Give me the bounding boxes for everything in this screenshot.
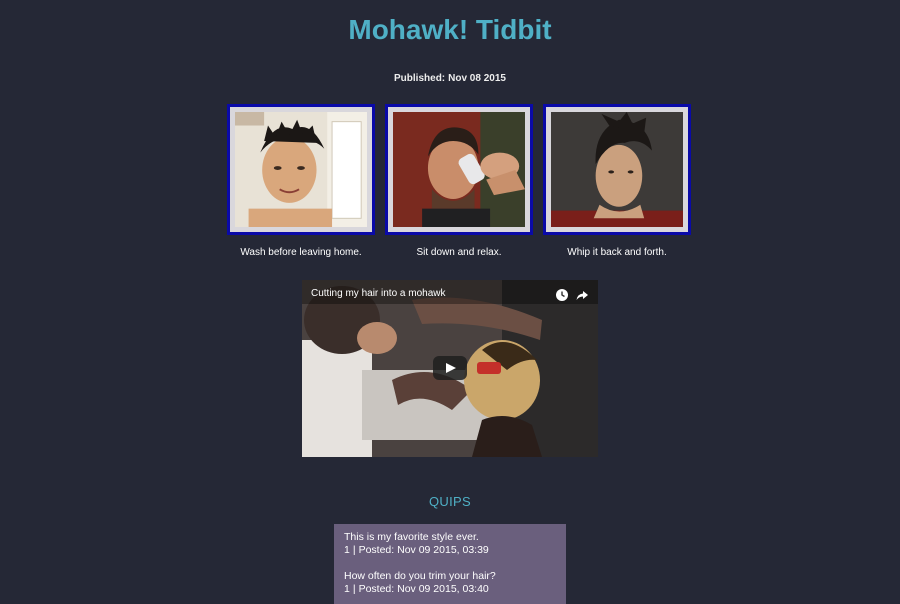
quip-meta: 1 | Posted: Nov 09 2015, 03:39 xyxy=(344,544,556,557)
quips-list: This is my favorite style ever. 1 | Posted… xyxy=(334,524,566,604)
photo-man-mohawk xyxy=(551,112,683,227)
video-player[interactable]: Cutting my hair into a mohawk xyxy=(302,280,598,457)
quip-separator: | xyxy=(352,544,356,556)
play-icon xyxy=(446,363,456,373)
quip-text: This is my favorite style ever. xyxy=(344,531,479,543)
quip-separator: | xyxy=(352,583,356,595)
video-title[interactable]: Cutting my hair into a mohawk xyxy=(311,288,446,299)
gallery-image-wash[interactable] xyxy=(227,104,375,235)
quip-posted-date: Nov 09 2015, 03:39 xyxy=(397,544,489,556)
quips-heading: QUIPS xyxy=(429,494,471,509)
photo-man-clipper xyxy=(393,112,525,227)
gallery-image-sit[interactable] xyxy=(385,104,533,235)
caption-whip: Whip it back and forth. xyxy=(567,247,667,258)
caption-sit: Sit down and relax. xyxy=(416,247,502,258)
published-date: Published: Nov 08 2015 xyxy=(0,73,900,84)
caption-wash: Wash before leaving home. xyxy=(240,247,362,258)
play-button[interactable] xyxy=(433,356,467,380)
published-label: Published: xyxy=(394,73,446,84)
quip-posted-label: Posted: xyxy=(358,544,395,556)
list-item: This is my favorite style ever. 1 | Posted… xyxy=(344,531,556,557)
quip-posted-date: Nov 09 2015, 03:40 xyxy=(397,583,489,595)
quip-meta: 1 | Posted: Nov 09 2015, 03:40 xyxy=(344,583,556,596)
published-value: Nov 08 2015 xyxy=(448,73,506,84)
photo-man-smiling xyxy=(235,112,367,227)
quip-votes: 1 xyxy=(344,544,350,556)
quip-posted-label: Posted: xyxy=(358,583,395,595)
quip-text: How often do you trim your hair? xyxy=(344,570,496,582)
page-title: Mohawk! Tidbit xyxy=(348,14,552,45)
share-icon[interactable] xyxy=(575,288,589,302)
gallery-image-whip[interactable] xyxy=(543,104,691,235)
quip-votes: 1 xyxy=(344,583,350,595)
list-item: How often do you trim your hair? 1 | Poste… xyxy=(344,570,556,596)
clock-icon[interactable] xyxy=(555,288,569,302)
